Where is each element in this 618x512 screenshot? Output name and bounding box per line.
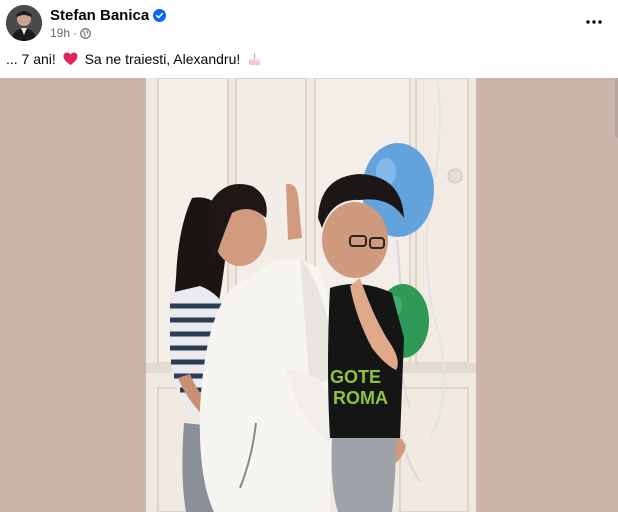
- caption-text-1: ... 7 ani!: [6, 51, 60, 67]
- meta-separator: ·: [73, 26, 78, 40]
- svg-text:GOTE: GOTE: [330, 367, 381, 387]
- verified-badge-icon: [153, 9, 167, 22]
- birthday-photo-image: GOTE ROMA: [0, 78, 618, 512]
- more-options-button[interactable]: [582, 10, 606, 34]
- svg-text:ROMA: ROMA: [333, 388, 388, 408]
- post-header: Stefan Banica 19h ·: [0, 0, 618, 44]
- post-photo[interactable]: GOTE ROMA: [0, 78, 618, 512]
- caption-text-2: Sa ne traiesti, Alexandru!: [80, 51, 245, 67]
- author-block: Stefan Banica: [50, 7, 167, 24]
- globe-icon: [80, 27, 91, 39]
- red-heart-icon: [63, 52, 78, 66]
- post-timestamp[interactable]: 19h: [50, 26, 70, 40]
- more-dots-icon: [586, 20, 602, 24]
- post-meta: 19h ·: [50, 26, 91, 40]
- author-avatar[interactable]: [6, 5, 42, 41]
- birthday-cake-icon: [249, 52, 261, 66]
- post-caption: ... 7 ani! Sa ne traiesti, Alexandru!: [6, 51, 265, 67]
- author-name[interactable]: Stefan Banica: [50, 7, 149, 24]
